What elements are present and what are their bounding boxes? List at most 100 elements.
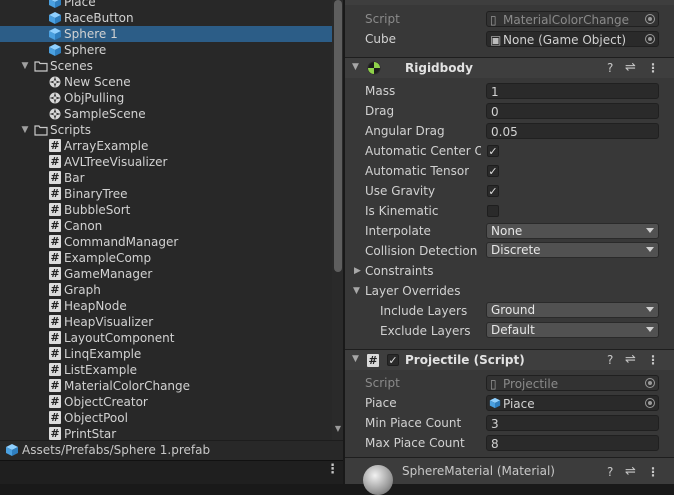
script-item[interactable]: # CommandManager bbox=[0, 234, 332, 250]
script-item[interactable]: # LinqExample bbox=[0, 346, 332, 362]
component-menu-icon[interactable]: ⋮ bbox=[647, 350, 659, 370]
script-item[interactable]: # GameManager bbox=[0, 266, 332, 282]
is-kinematic-checkbox[interactable] bbox=[487, 205, 499, 217]
foldout-right-icon[interactable]: ▶ bbox=[354, 262, 361, 280]
prefab-item[interactable]: Piace bbox=[0, 0, 332, 10]
component-menu-icon[interactable]: ⋮ bbox=[647, 58, 659, 78]
constraints-row[interactable]: ▶ Constraints bbox=[345, 262, 674, 280]
project-scroll-thumb[interactable] bbox=[334, 0, 342, 272]
tree-item-label: RaceButton bbox=[64, 11, 134, 25]
collision-label: Collision Detection bbox=[365, 244, 478, 258]
projectile-script-row: Script ▯ Projectile bbox=[345, 374, 674, 392]
layer-overrides-row[interactable]: ▼ Layer Overrides bbox=[345, 282, 674, 300]
projectile-enabled-checkbox[interactable]: ✓ bbox=[387, 354, 399, 366]
material-header[interactable]: SphereMaterial (Material) ? ⇌ ⋮ bbox=[345, 457, 674, 495]
script-item[interactable]: # ExampleComp bbox=[0, 250, 332, 266]
scene-item[interactable]: New Scene bbox=[0, 74, 332, 90]
angular-drag-input[interactable]: 0.05 bbox=[486, 123, 659, 139]
prefab-icon bbox=[49, 44, 61, 56]
script-item[interactable]: # ListExample bbox=[0, 362, 332, 378]
script-item[interactable]: # BinaryTree bbox=[0, 186, 332, 202]
auto-tensor-checkbox[interactable]: ✓ bbox=[487, 165, 499, 177]
help-icon[interactable]: ? bbox=[607, 462, 613, 482]
script-item[interactable]: # PrintStar bbox=[0, 426, 332, 440]
dropdown-caret-icon bbox=[646, 247, 654, 252]
include-layers-dropdown[interactable]: Ground bbox=[486, 302, 659, 318]
script-item[interactable]: # AVLTreeVisualizer bbox=[0, 154, 332, 170]
object-picker-icon[interactable] bbox=[645, 14, 655, 24]
script-label: Script bbox=[365, 376, 400, 390]
component-menu-icon[interactable]: ⋮ bbox=[647, 462, 659, 482]
folder-item[interactable]: ▼ Scenes bbox=[0, 58, 332, 74]
script-field[interactable]: ▯ MaterialColorChange bbox=[486, 11, 659, 27]
script-item[interactable]: # HeapVisualizer bbox=[0, 314, 332, 330]
prefab-icon bbox=[489, 397, 501, 409]
script-item[interactable]: # BubbleSort bbox=[0, 202, 332, 218]
script-icon: # bbox=[49, 347, 61, 360]
exclude-layers-dropdown[interactable]: Default bbox=[486, 322, 659, 338]
scene-item[interactable]: SampleScene bbox=[0, 106, 332, 122]
help-icon[interactable]: ? bbox=[607, 350, 613, 370]
rigidbody-header[interactable]: ▼ Rigidbody ? ⇌ ⋮ bbox=[345, 57, 674, 78]
min-piace-row: Min Piace Count 3 bbox=[345, 414, 674, 432]
min-piace-input[interactable]: 3 bbox=[486, 415, 659, 431]
materialcolorchange-header[interactable] bbox=[345, 0, 674, 5]
min-piace-label: Min Piace Count bbox=[365, 416, 462, 430]
interpolate-dropdown[interactable]: None bbox=[486, 223, 659, 239]
script-value: MaterialColorChange bbox=[503, 13, 630, 27]
use-gravity-row: Use Gravity ✓ bbox=[345, 182, 674, 200]
foldout-down-icon[interactable]: ▼ bbox=[353, 282, 360, 300]
help-icon[interactable]: ? bbox=[607, 58, 613, 78]
rigidbody-icon bbox=[367, 61, 381, 75]
script-item[interactable]: # ArrayExample bbox=[0, 138, 332, 154]
tree-item-label: PrintStar bbox=[64, 427, 117, 440]
prefab-item[interactable]: Sphere 1 bbox=[0, 26, 332, 42]
foldout-arrow-icon[interactable]: ▼ bbox=[20, 122, 30, 138]
tree-item-label: Bar bbox=[64, 171, 85, 185]
presets-icon[interactable]: ⇌ bbox=[625, 462, 636, 482]
folder-item[interactable]: ▼ Scripts bbox=[0, 122, 332, 138]
drag-input[interactable]: 0 bbox=[486, 103, 659, 119]
asset-path-bar: Assets/Prefabs/Sphere 1.prefab bbox=[0, 440, 343, 460]
script-icon: # bbox=[49, 283, 61, 296]
menu-icon[interactable]: ⋮ bbox=[326, 462, 339, 477]
tree-item-label: BinaryTree bbox=[64, 187, 128, 201]
material-title: SphereMaterial (Material) bbox=[402, 464, 555, 478]
projectile-header[interactable]: ▼ # ✓ Projectile (Script) ? ⇌ ⋮ bbox=[345, 349, 674, 370]
max-piace-input[interactable]: 8 bbox=[486, 435, 659, 451]
scene-item[interactable]: ObjPulling bbox=[0, 90, 332, 106]
interpolate-value: None bbox=[491, 224, 523, 238]
include-layers-value: Ground bbox=[491, 303, 536, 317]
script-item[interactable]: # ObjectCreator bbox=[0, 394, 332, 410]
script-icon: # bbox=[49, 395, 61, 408]
script-item[interactable]: # Bar bbox=[0, 170, 332, 186]
script-item[interactable]: # Canon bbox=[0, 218, 332, 234]
script-item[interactable]: # HeapNode bbox=[0, 298, 332, 314]
cube-field[interactable]: ▣ None (Game Object) bbox=[486, 31, 659, 47]
foldout-arrow-icon[interactable]: ▼ bbox=[20, 58, 30, 74]
script-field[interactable]: ▯ Projectile bbox=[486, 375, 659, 391]
object-picker-icon[interactable] bbox=[645, 34, 655, 44]
foldout-arrow-icon[interactable]: ▼ bbox=[352, 62, 359, 72]
use-gravity-checkbox[interactable]: ✓ bbox=[487, 185, 499, 197]
prefab-item[interactable]: Sphere bbox=[0, 42, 332, 58]
piace-row: Piace Piace bbox=[345, 394, 674, 412]
piace-field[interactable]: Piace bbox=[486, 395, 659, 411]
object-picker-icon[interactable] bbox=[645, 378, 655, 388]
presets-icon[interactable]: ⇌ bbox=[625, 58, 636, 78]
script-item[interactable]: # Graph bbox=[0, 282, 332, 298]
mass-input[interactable]: 1 bbox=[486, 83, 659, 99]
object-picker-icon[interactable] bbox=[645, 398, 655, 408]
is-kinematic-row: Is Kinematic bbox=[345, 202, 674, 220]
script-item[interactable]: # ObjectPool bbox=[0, 410, 332, 426]
foldout-arrow-icon[interactable]: ▼ bbox=[352, 354, 359, 364]
max-piace-row: Max Piace Count 8 bbox=[345, 434, 674, 452]
prefab-item[interactable]: RaceButton bbox=[0, 10, 332, 26]
collision-dropdown[interactable]: Discrete bbox=[486, 242, 659, 258]
dropdown-caret-icon bbox=[646, 307, 654, 312]
presets-icon[interactable]: ⇌ bbox=[625, 350, 636, 370]
scroll-down-arrow-icon[interactable]: ▼ bbox=[333, 424, 343, 433]
script-item[interactable]: # MaterialColorChange bbox=[0, 378, 332, 394]
auto-center-checkbox[interactable]: ✓ bbox=[487, 145, 499, 157]
script-item[interactable]: # LayoutComponent bbox=[0, 330, 332, 346]
